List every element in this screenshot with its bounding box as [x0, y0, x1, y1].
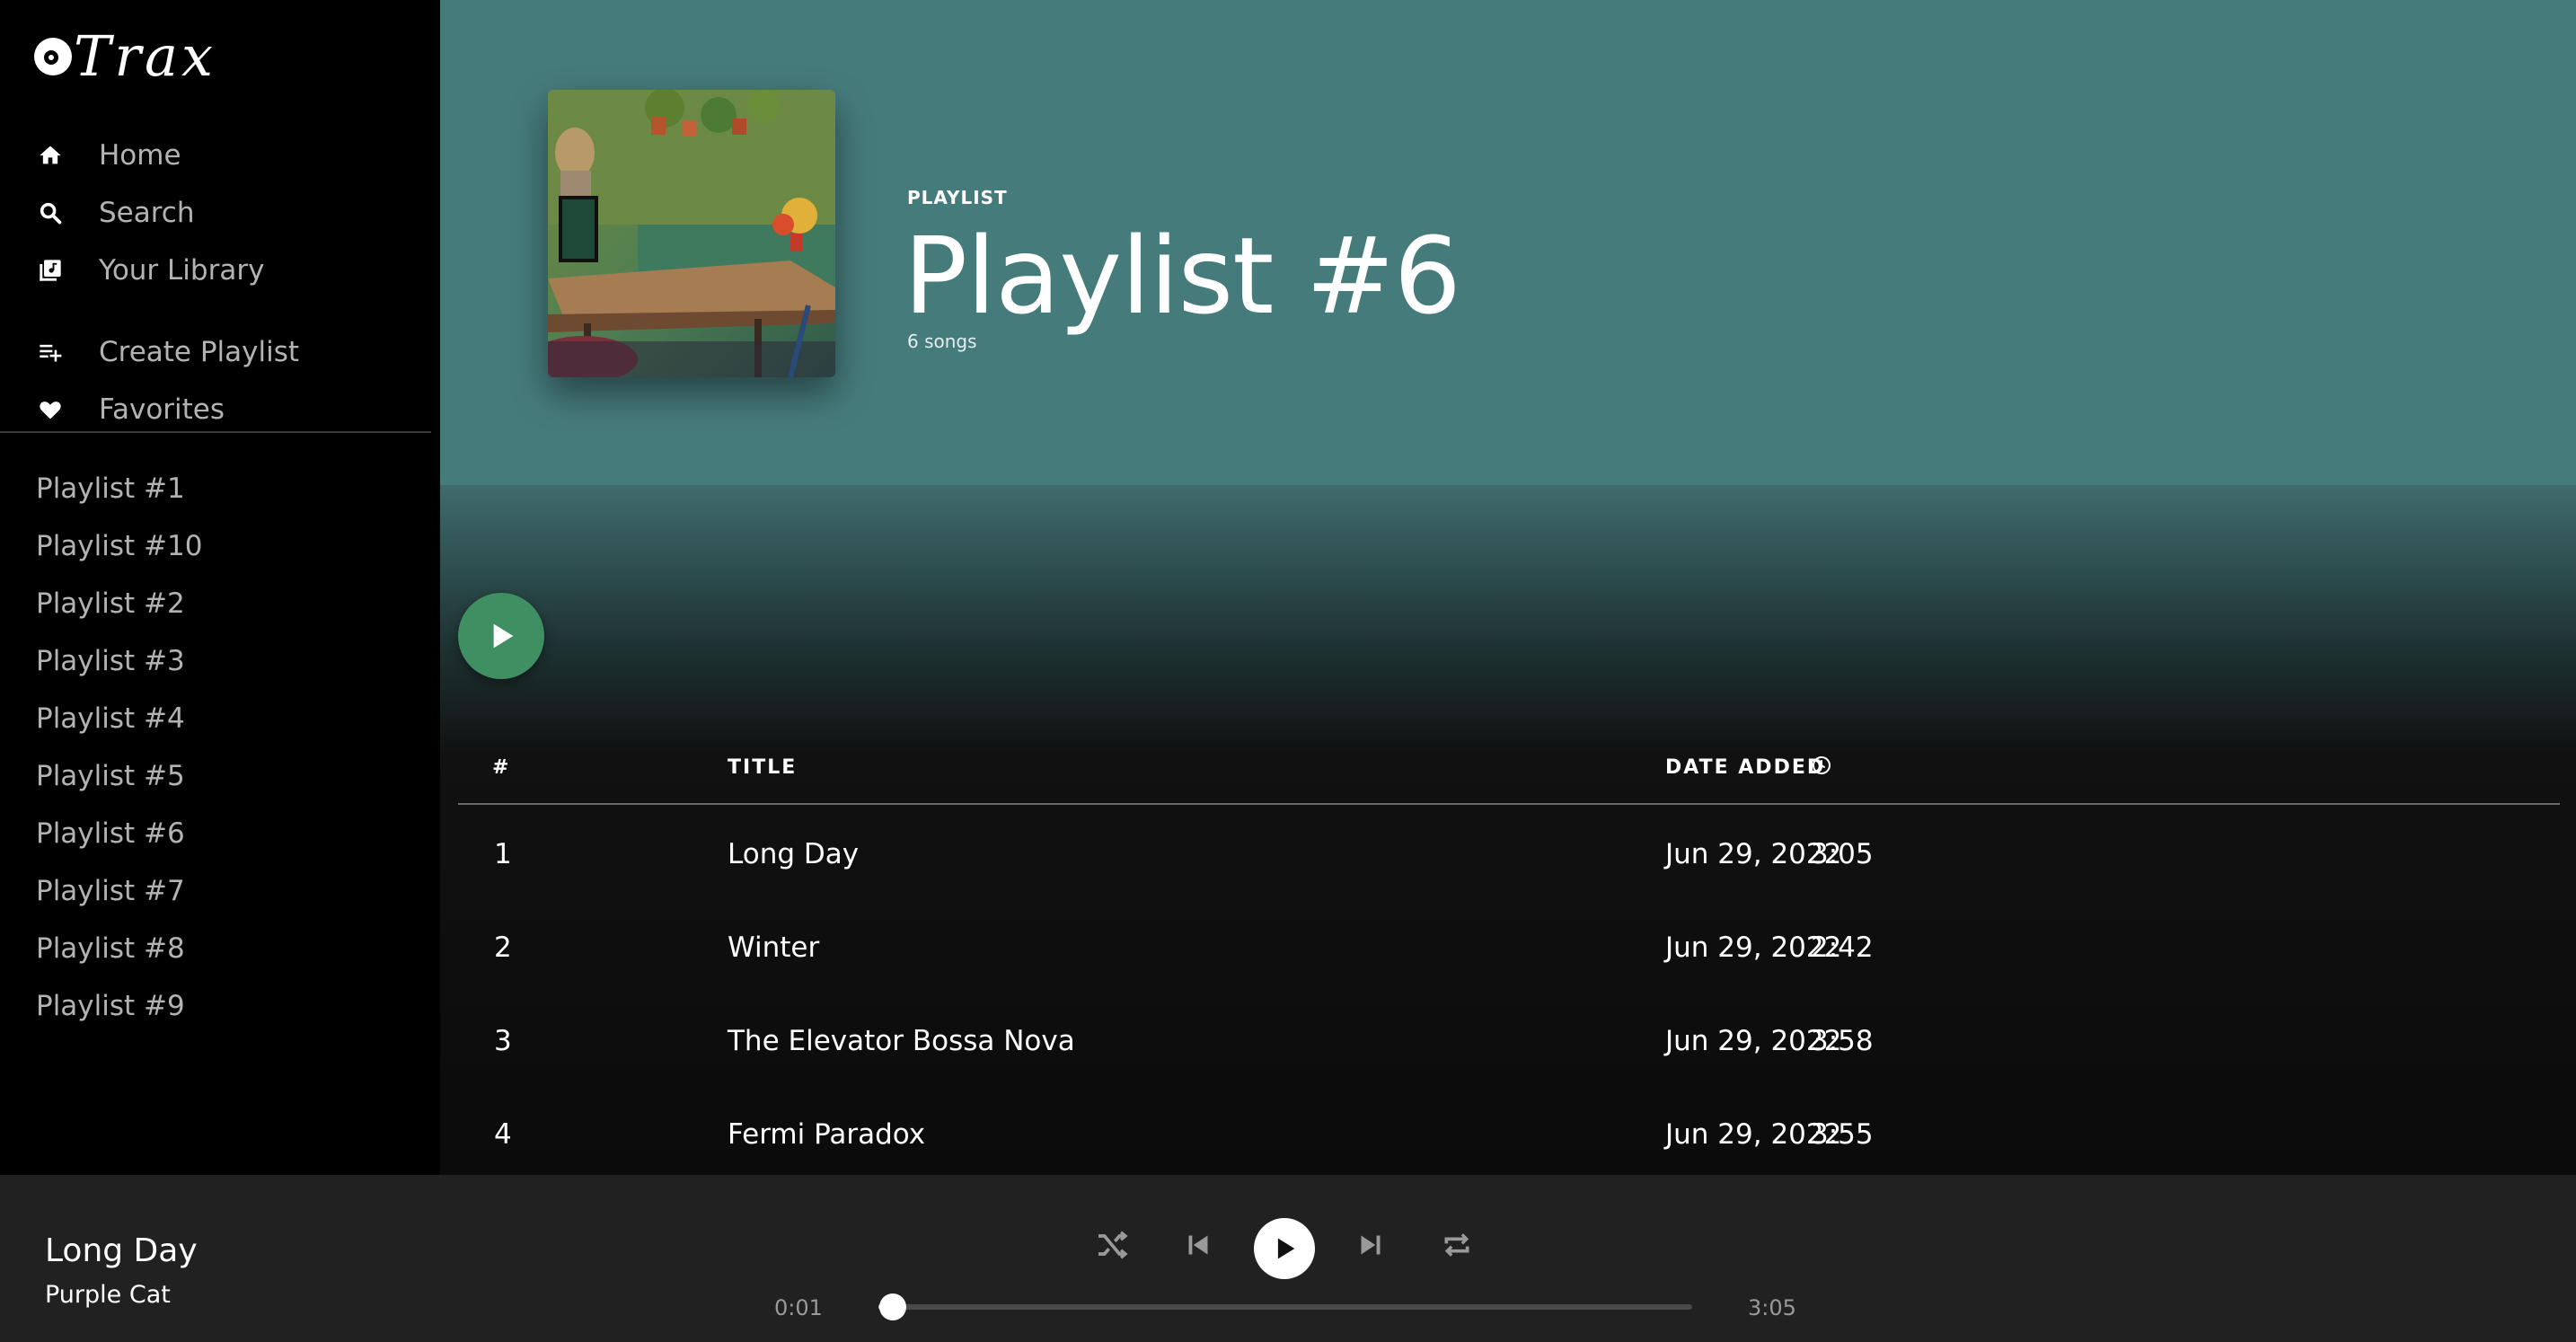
- sidebar-item-label: Your Library: [99, 254, 265, 287]
- sidebar-playlist-item[interactable]: Playlist #1: [36, 472, 185, 505]
- now-playing-artist: Purple Cat: [45, 1281, 171, 1309]
- track-duration: 3:58: [1811, 1025, 1874, 1057]
- song-count: 6 songs: [907, 331, 977, 352]
- seek-bar[interactable]: [878, 1293, 1692, 1320]
- shuffle-icon: [1098, 1231, 1128, 1259]
- track-duration: 2:42: [1811, 931, 1874, 964]
- sidebar-divider: [0, 431, 431, 433]
- track-title: Fermi Paradox: [728, 1118, 926, 1151]
- sidebar-item-label: Home: [99, 139, 181, 172]
- playlist-add-icon: [36, 338, 65, 366]
- track-number: 2: [494, 931, 512, 964]
- sidebar-playlist-item[interactable]: Playlist #10: [36, 530, 202, 562]
- track-number: 1: [494, 838, 512, 870]
- page-title: Playlist #6: [904, 214, 1461, 338]
- play-icon: [493, 623, 514, 649]
- create-playlist-button[interactable]: Create Playlist: [36, 331, 299, 374]
- now-playing-title: Long Day: [45, 1232, 198, 1269]
- table-row[interactable]: 2 Winter Jun 29, 2022 2:42: [458, 901, 2560, 994]
- player-bar: Long Day Purple Cat 0:01 3:05: [0, 1175, 2576, 1342]
- column-header-number: #: [492, 756, 511, 779]
- sidebar-playlist-item[interactable]: Playlist #6: [36, 817, 185, 850]
- sidebar-playlist-item[interactable]: Playlist #5: [36, 760, 185, 792]
- track-number: 3: [494, 1025, 512, 1057]
- main-content: PLAYLIST Playlist #6 6 songs # TITLE DAT…: [440, 0, 2576, 1175]
- total-time: 3:05: [1748, 1295, 1796, 1320]
- skip-next-icon: [1361, 1235, 1381, 1255]
- next-track-button[interactable]: [1345, 1220, 1396, 1270]
- sidebar: Trax Home Search Your Library Create Pla…: [0, 0, 440, 1175]
- seek-handle[interactable]: [878, 1293, 906, 1320]
- sidebar-item-home[interactable]: Home: [36, 134, 181, 177]
- clock-icon: [1811, 755, 1832, 776]
- previous-track-button[interactable]: [1173, 1220, 1223, 1270]
- sidebar-item-your-library[interactable]: Your Library: [36, 249, 264, 292]
- track-title: The Elevator Bossa Nova: [728, 1025, 1075, 1057]
- logo-text: Trax: [74, 23, 216, 89]
- sidebar-playlist-item[interactable]: Playlist #7: [36, 875, 185, 907]
- track-title: Long Day: [728, 838, 860, 870]
- current-time: 0:01: [774, 1295, 823, 1320]
- play-playlist-button[interactable]: [458, 593, 544, 679]
- table-row[interactable]: 1 Long Day Jun 29, 2022 3:05: [458, 808, 2560, 901]
- skip-previous-icon: [1188, 1235, 1208, 1255]
- sidebar-item-search[interactable]: Search: [36, 191, 195, 234]
- track-table-header: # TITLE DATE ADDED: [458, 746, 2560, 805]
- playlist-type-label: PLAYLIST: [907, 187, 1008, 208]
- table-row[interactable]: 4 Fermi Paradox Jun 29, 2022 3:55: [458, 1088, 2560, 1175]
- track-duration: 3:05: [1811, 838, 1874, 870]
- column-header-date-added[interactable]: DATE ADDED: [1665, 756, 1825, 779]
- column-header-title[interactable]: TITLE: [728, 756, 797, 779]
- vinyl-disc-icon: [34, 38, 72, 75]
- play-pause-button[interactable]: [1254, 1218, 1315, 1279]
- sidebar-item-label: Favorites: [99, 393, 225, 426]
- favorites-link[interactable]: Favorites: [36, 388, 225, 431]
- playlist-cover-image: [548, 90, 835, 377]
- sidebar-item-label: Search: [99, 197, 195, 229]
- sidebar-playlist-item[interactable]: Playlist #4: [36, 702, 185, 735]
- table-row[interactable]: 3 The Elevator Bossa Nova Jun 29, 2022 3…: [458, 994, 2560, 1088]
- sidebar-playlist-item[interactable]: Playlist #8: [36, 932, 185, 965]
- sidebar-playlist-item[interactable]: Playlist #3: [36, 645, 185, 677]
- app-logo[interactable]: Trax: [34, 23, 216, 90]
- sidebar-playlist-item[interactable]: Playlist #2: [36, 587, 185, 620]
- track-duration: 3:55: [1811, 1118, 1874, 1151]
- home-icon: [36, 141, 65, 170]
- sidebar-item-label: Create Playlist: [99, 336, 300, 368]
- track-number: 4: [494, 1118, 512, 1151]
- library-icon: [36, 256, 65, 285]
- track-title: Winter: [728, 931, 820, 964]
- search-icon: [36, 199, 65, 227]
- repeat-button[interactable]: [1432, 1220, 1482, 1270]
- repeat-icon: [1444, 1233, 1469, 1257]
- sidebar-playlist-item[interactable]: Playlist #9: [36, 990, 185, 1022]
- play-icon: [1277, 1238, 1295, 1259]
- heart-icon: [36, 395, 65, 424]
- shuffle-button[interactable]: [1087, 1220, 1137, 1270]
